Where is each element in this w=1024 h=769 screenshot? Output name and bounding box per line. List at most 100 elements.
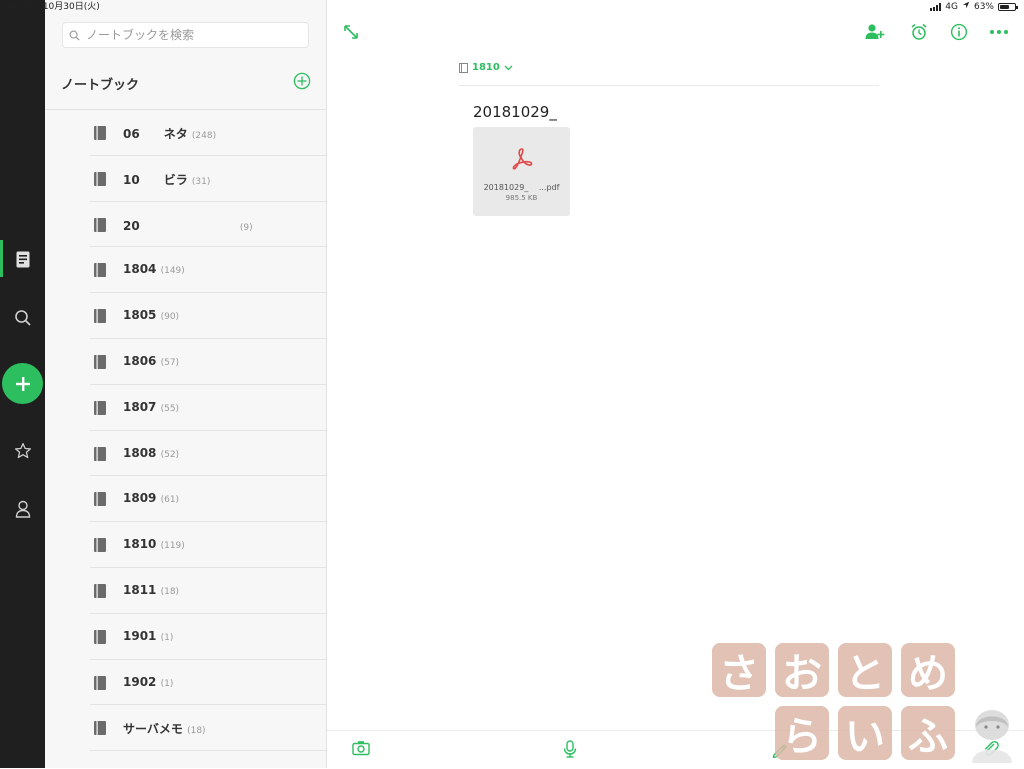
more-options-icon[interactable] <box>989 23 1009 45</box>
pdf-attachment[interactable]: 20181029_ ...pdf 985.5 KB <box>473 127 570 216</box>
notebook-name: サーバメモ (18) <box>123 720 206 737</box>
status-bar: 16:35 10月30日(火) 4G 63% <box>0 0 1024 14</box>
info-icon[interactable] <box>950 23 968 45</box>
watermark-char: と <box>838 643 892 697</box>
notebook-title: 20 <box>123 218 236 233</box>
notebook-item[interactable]: 1805 (90) <box>90 293 326 339</box>
notebook-item[interactable]: 1807 (55) <box>90 385 326 431</box>
rail-notes-button[interactable] <box>0 245 45 273</box>
watermark-char: い <box>838 706 892 760</box>
watermark-char: お <box>775 643 829 697</box>
note-icon <box>16 251 29 267</box>
notebook-title: 1810 <box>123 537 157 552</box>
notebook-name: 1811 (18) <box>123 583 179 597</box>
notebook-count: (1) <box>160 678 174 689</box>
notebook-item[interactable]: 10 ビラ (31) <box>90 156 326 202</box>
notebook-title: 1809 <box>123 491 157 506</box>
notebook-title: 10 ビラ <box>123 172 188 187</box>
notebook-count: (248) <box>191 131 217 141</box>
notebook-icon <box>94 400 106 415</box>
status-date: 10月30日(火) <box>42 2 100 12</box>
new-note-button[interactable] <box>2 363 43 404</box>
share-user-icon[interactable] <box>865 23 885 45</box>
add-notebook-icon[interactable] <box>293 72 311 90</box>
battery-fill <box>1000 5 1009 9</box>
rail-account-button[interactable] <box>0 497 45 521</box>
notebook-icon <box>94 721 106 736</box>
rail-shortcuts-button[interactable] <box>0 439 45 463</box>
notebook-count: (31) <box>191 176 211 187</box>
notebook-panel: ノートブック 06 ネタ (248) 10 ビラ (31) 20 (9) 1804 (… <box>45 0 327 768</box>
watermark-avatar-icon <box>972 710 1012 763</box>
notebook-item[interactable]: 1808 (52) <box>90 431 326 477</box>
note-title[interactable]: 20181029_ <box>473 103 557 121</box>
notebook-name: 06 ネタ (248) <box>123 125 216 142</box>
alarm-icon[interactable] <box>910 23 928 45</box>
notebook-item[interactable]: 20 (9) <box>90 202 326 248</box>
notebook-title: 1808 <box>123 445 157 460</box>
notebook-name: 1806 (57) <box>123 354 179 368</box>
notebooks-header: ノートブック <box>45 60 326 110</box>
notebook-icon <box>94 309 106 324</box>
notebook-icon <box>94 675 106 690</box>
microphone-icon[interactable] <box>562 740 578 762</box>
notebook-count: (55) <box>160 403 180 414</box>
notebook-title: 06 ネタ <box>123 127 188 141</box>
notebook-name: 1808 (52) <box>123 446 179 460</box>
notebook-icon <box>94 126 106 140</box>
notebook-title: 1807 <box>123 399 157 414</box>
notebook-item[interactable]: 1809 (61) <box>90 476 326 523</box>
notebook-name: 1805 (90) <box>123 308 179 322</box>
notebook-item[interactable]: 1806 (57) <box>90 339 326 385</box>
notebook-list: 06 ネタ (248) 10 ビラ (31) 20 (9) 1804 (149) 180… <box>45 110 326 752</box>
star-icon <box>14 442 31 459</box>
notebook-search-input[interactable] <box>84 27 298 43</box>
watermark-char: さ <box>712 643 766 697</box>
notebook-selector[interactable]: 1810 <box>459 62 513 73</box>
expand-icon[interactable] <box>342 23 360 45</box>
notebook-item[interactable]: 1811 (18) <box>90 568 326 614</box>
notebook-icon <box>94 629 106 644</box>
notebook-item[interactable]: 06 ネタ (248) <box>90 110 326 156</box>
notebook-name: 1901 (1) <box>123 629 173 643</box>
notebook-icon <box>94 583 106 598</box>
navigation-rail <box>0 0 45 768</box>
notebook-count: (1) <box>160 632 174 643</box>
rail-search-button[interactable] <box>0 305 45 331</box>
notebook-title: 1804 <box>123 262 157 277</box>
notebook-count: (18) <box>160 586 180 597</box>
notebook-item[interactable]: サーバメモ (18) <box>90 705 326 752</box>
notebook-title: 1902 <box>123 674 157 689</box>
notebook-item[interactable]: 1804 (149) <box>90 247 326 294</box>
notebook-count: (90) <box>160 312 180 323</box>
notebook-name: 1902 (1) <box>123 675 173 689</box>
notebook-item[interactable]: 1901 (1) <box>90 614 326 660</box>
notebook-icon <box>94 538 106 553</box>
notebook-name: 10 ビラ (31) <box>123 171 210 188</box>
divider <box>459 85 879 86</box>
notebook-icon <box>94 263 106 278</box>
camera-icon[interactable] <box>352 740 370 760</box>
notebook-title: 1811 <box>123 582 157 597</box>
notebook-item[interactable]: 1902 (1) <box>90 660 326 706</box>
status-time: 16:35 <box>6 2 32 12</box>
notebook-icon <box>459 62 468 73</box>
watermark-char: ふ <box>901 706 955 760</box>
plus-icon <box>15 376 30 391</box>
notebook-count: (149) <box>160 266 185 277</box>
search-box[interactable] <box>62 22 309 48</box>
notebook-icon <box>94 217 106 232</box>
notebook-item[interactable]: 1810 (119) <box>90 522 326 568</box>
network-label: 4G <box>945 2 958 12</box>
note-toolbar <box>327 14 1024 52</box>
attachment-size: 985.5 KB <box>505 194 538 202</box>
notebook-name: 1810 (119) <box>123 537 185 551</box>
notebook-count: (57) <box>160 357 180 368</box>
notebook-name: 20 (9) <box>123 217 253 234</box>
watermark-char: ら <box>775 706 829 760</box>
notebook-icon <box>94 171 106 186</box>
notebook-count: (9) <box>239 222 253 233</box>
signal-icon <box>930 3 942 11</box>
notebook-title: 1805 <box>123 308 157 323</box>
notebook-icon <box>94 354 106 369</box>
